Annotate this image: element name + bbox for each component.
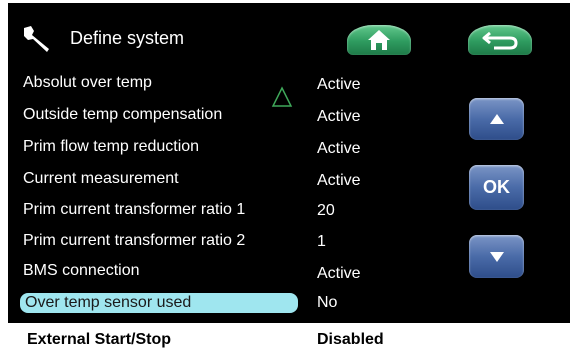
- back-button[interactable]: [468, 25, 532, 55]
- triangle-marker-icon: [271, 86, 293, 107]
- setting-value: Active: [317, 172, 361, 189]
- scroll-up-button[interactable]: [469, 98, 524, 140]
- setting-value: Active: [317, 76, 361, 93]
- setting-value: 1: [317, 233, 326, 250]
- setting-label[interactable]: Absolut over temp: [23, 74, 152, 92]
- setting-label[interactable]: Prim current transformer ratio 1: [23, 201, 245, 219]
- back-arrow-icon: [482, 31, 518, 50]
- setting-value: Active: [317, 265, 361, 282]
- frame-edge-right: [570, 0, 576, 358]
- ok-button[interactable]: OK: [469, 165, 524, 210]
- home-button[interactable]: [347, 25, 411, 55]
- setting-value: Active: [317, 140, 361, 157]
- setting-label-selected[interactable]: Over temp sensor used: [25, 294, 191, 312]
- frame-edge-left: [0, 0, 8, 358]
- device-screen: Define system Absolut over temp Active O…: [0, 0, 576, 358]
- setting-label[interactable]: Prim current transformer ratio 2: [23, 232, 245, 250]
- setting-label[interactable]: Outside temp compensation: [23, 106, 222, 124]
- setting-label[interactable]: Current measurement: [23, 170, 179, 188]
- setting-value: Active: [317, 108, 361, 125]
- arrow-down-icon: [489, 251, 504, 262]
- wrench-icon: [24, 26, 49, 52]
- setting-label[interactable]: BMS connection: [23, 262, 140, 280]
- footer-label: External Start/Stop: [27, 331, 172, 348]
- scroll-down-button[interactable]: [469, 235, 524, 278]
- footer-value: Disabled: [317, 331, 384, 348]
- setting-label[interactable]: Prim flow temp reduction: [23, 138, 199, 156]
- frame-edge-top: [0, 0, 576, 3]
- arrow-up-icon: [489, 114, 504, 124]
- page-title: Define system: [70, 28, 185, 48]
- setting-value: 20: [317, 202, 335, 219]
- setting-value: No: [317, 294, 338, 311]
- home-icon: [368, 30, 390, 50]
